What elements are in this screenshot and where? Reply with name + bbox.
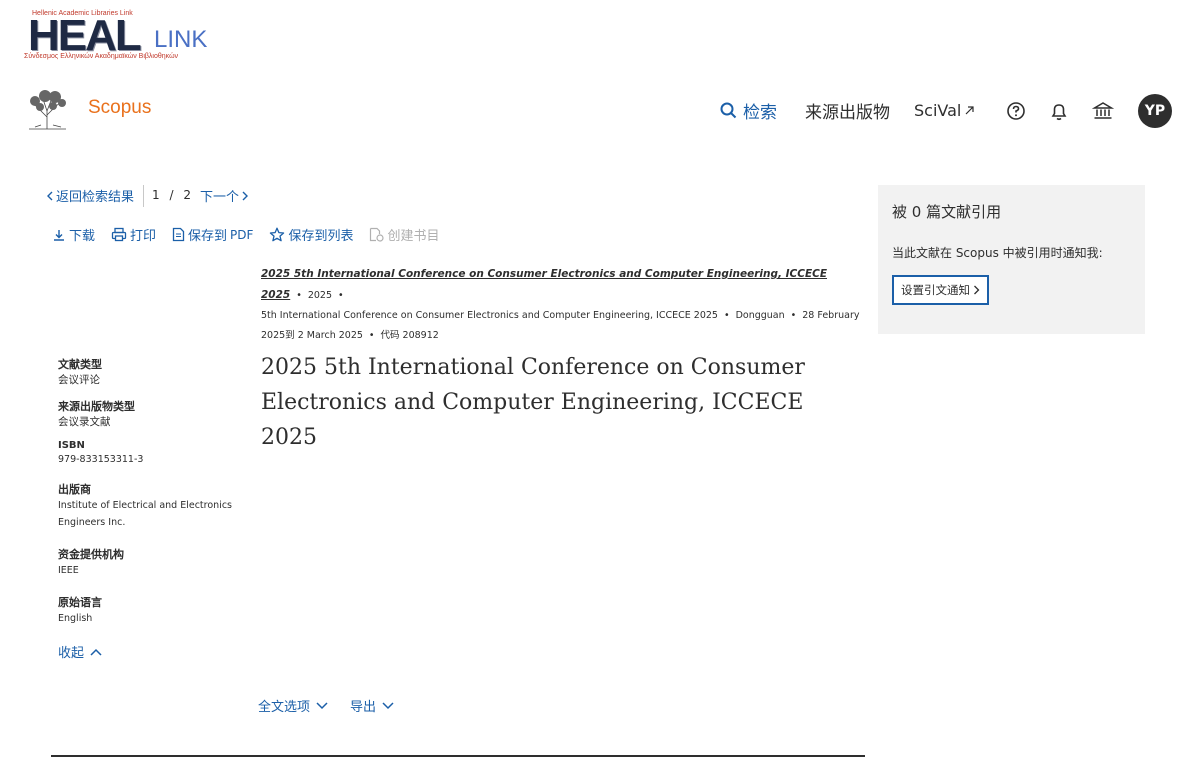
fulltext-options-dropdown[interactable]: 全文选项 bbox=[258, 696, 328, 715]
set-citation-alert-label: 设置引文通知 bbox=[901, 283, 970, 297]
collapse-label: 收起 bbox=[58, 646, 85, 661]
source-info: 2025 5th International Conference on Con… bbox=[261, 264, 861, 346]
separator-dot: • bbox=[368, 330, 375, 341]
heal-greek-tagline: Σύνδεσμος Ελληνικών Ακαδημαϊκών Βιβλιοθη… bbox=[24, 53, 179, 60]
pdf-file-icon bbox=[172, 227, 185, 242]
meta-label: 出版商 bbox=[58, 483, 91, 496]
chevron-right-icon bbox=[242, 191, 249, 200]
separator-dot: • bbox=[296, 290, 302, 301]
chevron-down-icon bbox=[316, 701, 328, 709]
document-options: 全文选项 导出 bbox=[258, 696, 394, 715]
export-label: 导出 bbox=[350, 700, 377, 715]
print-label: 打印 bbox=[130, 229, 157, 244]
scopus-brand[interactable]: Scopus bbox=[88, 97, 151, 119]
meta-value: 会议评论 bbox=[58, 374, 100, 386]
meta-label: 资金提供机构 bbox=[58, 548, 124, 561]
heal-link-logo[interactable]: Hellenic Academic Libraries Link HEAL LI… bbox=[24, 10, 208, 64]
meta-value: Institute of Electrical and Electronics … bbox=[58, 500, 233, 528]
save-pdf-button[interactable]: 保存到 PDF bbox=[172, 225, 253, 244]
meta-value: 会议录文献 bbox=[58, 416, 111, 428]
save-to-list-button[interactable]: 保存到列表 bbox=[269, 225, 353, 244]
cited-by-count: 被 0 篇文献引用 bbox=[892, 203, 1002, 221]
search-icon bbox=[720, 102, 737, 118]
meta-label: 原始语言 bbox=[58, 596, 102, 609]
metadata-isbn: ISBN 979-833153311-3 bbox=[58, 440, 243, 468]
export-dropdown[interactable]: 导出 bbox=[350, 696, 394, 715]
download-button[interactable]: 下载 bbox=[52, 225, 95, 244]
chevron-up-icon bbox=[90, 648, 102, 656]
save-to-list-label: 保存到列表 bbox=[288, 229, 354, 244]
breadcrumb-divider bbox=[143, 185, 144, 207]
external-link-icon bbox=[965, 106, 974, 115]
meta-label: 文献类型 bbox=[58, 358, 102, 371]
meta-value: IEEE bbox=[58, 565, 79, 576]
elsevier-tree-icon[interactable] bbox=[25, 89, 70, 131]
back-to-results-link[interactable]: 返回检索结果 bbox=[46, 186, 134, 205]
download-label: 下载 bbox=[69, 229, 96, 244]
heal-link-word: LINK bbox=[154, 26, 208, 53]
download-icon bbox=[54, 229, 64, 241]
citations-panel: 被 0 篇文献引用 当此文献在 Scopus 中被引用时通知我: 设置引文通知 bbox=[878, 185, 1145, 334]
metadata-funding: 资金提供机构 IEEE bbox=[58, 546, 243, 579]
set-citation-alert-button[interactable]: 设置引文通知 bbox=[892, 275, 989, 305]
help-icon[interactable] bbox=[1005, 100, 1027, 122]
meta-label: ISBN bbox=[58, 440, 85, 451]
next-result-label: 下一个 bbox=[200, 190, 240, 205]
pager-total: 2 bbox=[183, 188, 191, 202]
collapse-metadata-button[interactable]: 收起 bbox=[58, 642, 102, 661]
meta-value: 979-833153311-3 bbox=[58, 454, 144, 465]
separator-dot: • bbox=[723, 310, 730, 321]
chevron-down-icon bbox=[382, 701, 394, 709]
save-pdf-label: 保存到 bbox=[188, 229, 228, 244]
nav-search[interactable]: 检索 bbox=[720, 96, 777, 124]
print-button[interactable]: 打印 bbox=[111, 225, 156, 244]
printer-icon bbox=[111, 227, 127, 242]
source-title-link[interactable]: 2025 5th International Conference on Con… bbox=[261, 268, 827, 301]
heal-wordmark: HEAL bbox=[28, 11, 142, 60]
meta-label: 来源出版物类型 bbox=[58, 400, 135, 413]
metadata-language: 原始语言 English bbox=[58, 594, 243, 627]
bell-icon[interactable] bbox=[1048, 100, 1070, 122]
result-pager: 1 / 2 bbox=[152, 188, 191, 202]
user-avatar[interactable]: YP bbox=[1138, 94, 1172, 128]
conference-name: 5th International Conference on Consumer… bbox=[261, 310, 718, 321]
back-to-results-label: 返回检索结果 bbox=[56, 190, 135, 205]
document-title: 2025 5th International Conference on Con… bbox=[261, 355, 805, 450]
nav-sources[interactable]: 来源出版物 bbox=[805, 96, 890, 124]
fulltext-options-label: 全文选项 bbox=[258, 700, 311, 715]
citation-notify-text: 当此文献在 Scopus 中被引用时通知我: bbox=[892, 246, 1103, 260]
bibliography-icon bbox=[370, 227, 385, 242]
separator-dot: • bbox=[790, 310, 797, 321]
pager-current: 1 bbox=[152, 188, 160, 202]
nav-scival[interactable]: SciVal bbox=[914, 96, 975, 124]
separator-dot: • bbox=[338, 290, 344, 301]
next-result-link[interactable]: 下一个 bbox=[200, 186, 249, 205]
metadata-publisher: 出版商 Institute of Electrical and Electron… bbox=[58, 481, 243, 531]
create-bibliography-button[interactable]: 创建书目 bbox=[369, 225, 439, 244]
institution-icon[interactable] bbox=[1092, 100, 1114, 122]
metadata-source-type: 来源出版物类型 会议录文献 bbox=[58, 398, 243, 431]
document-actions: 下载 打印 保存到 PDF 保存到列表 创建书目 bbox=[52, 225, 455, 244]
save-pdf-suffix: PDF bbox=[230, 227, 254, 242]
nav-scival-label: SciVal bbox=[914, 100, 962, 120]
section-divider bbox=[51, 755, 865, 757]
metadata-document-type: 文献类型 会议评论 bbox=[58, 356, 243, 389]
conference-location: Dongguan bbox=[735, 310, 785, 321]
meta-value: English bbox=[58, 613, 93, 624]
create-bibliography-label: 创建书目 bbox=[387, 229, 440, 244]
nav-search-label: 检索 bbox=[743, 102, 777, 123]
star-icon bbox=[270, 227, 285, 242]
chevron-right-icon bbox=[974, 285, 980, 295]
source-year: 2025 bbox=[307, 290, 333, 301]
chevron-left-icon bbox=[47, 191, 53, 200]
conference-code: 代码 208912 bbox=[380, 330, 439, 341]
pager-separator: / bbox=[169, 188, 174, 202]
